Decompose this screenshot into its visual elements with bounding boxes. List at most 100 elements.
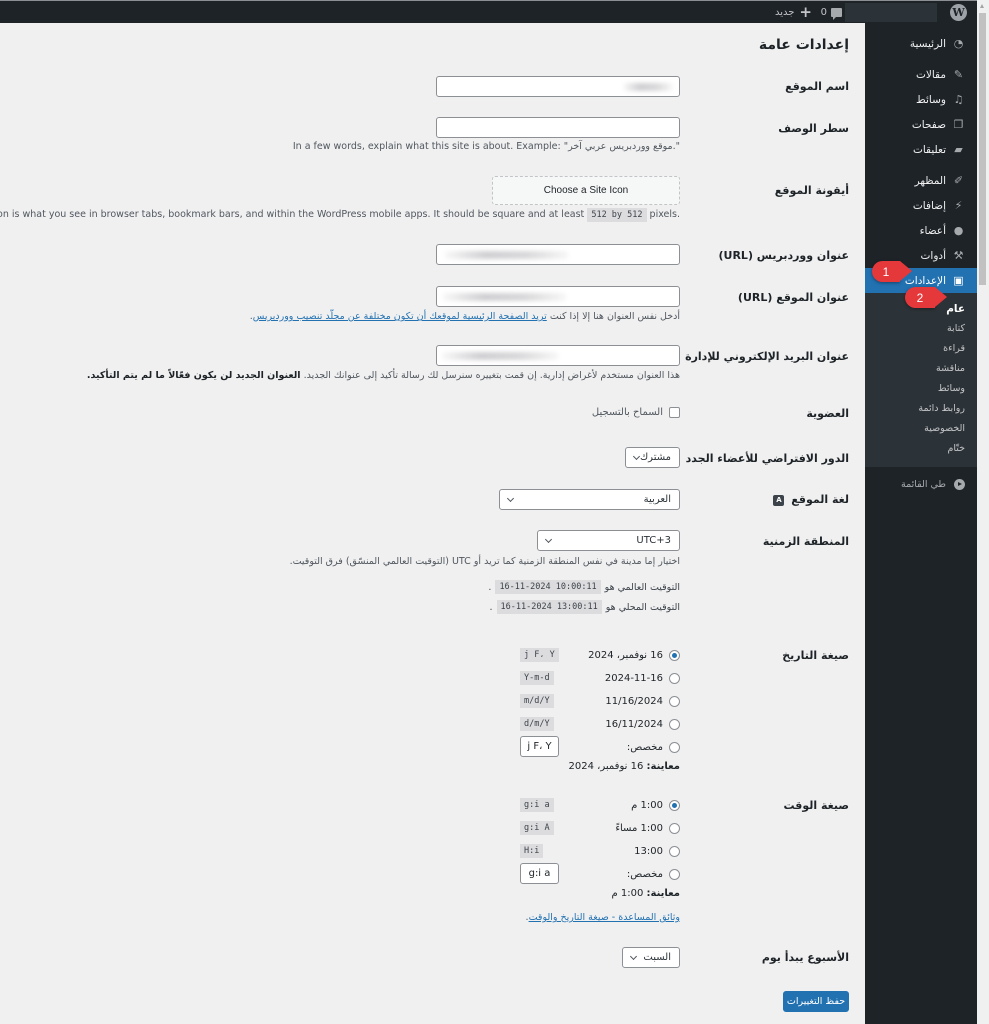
sidebar-item-label: تعليقات xyxy=(913,143,947,156)
wordpress-logo-icon[interactable]: W xyxy=(951,4,968,21)
sidebar-item-dashboard[interactable]: ◔ الرئيسية xyxy=(866,31,978,56)
time-format-radio[interactable] xyxy=(670,845,681,857)
submenu-item-writing[interactable]: كتابة xyxy=(866,319,978,339)
scrollbar-thumb[interactable] xyxy=(980,13,987,285)
local-time-line: التوقيت المحلي هو 16-11-2024 13:00:11 . xyxy=(491,600,681,614)
wp-url-input[interactable] xyxy=(437,244,681,265)
sidebar-item-comments[interactable]: ▰ تعليقات xyxy=(866,137,978,162)
admin-email-description: هذا العنوان مستخدم لأغراض إدارية. إن قمت… xyxy=(88,370,681,381)
submenu-item-media[interactable]: وسائط xyxy=(866,379,978,399)
date-preview-label: معاينة: xyxy=(647,761,682,772)
settings-icon: ▣ xyxy=(954,274,965,287)
settings-content: إعدادات عامة اسم الموقع سطر الوصف In a f… xyxy=(0,23,866,1024)
local-time-value: 16-11-2024 13:00:11 xyxy=(497,600,603,614)
timezone-select[interactable]: UTC+3 xyxy=(538,530,681,551)
new-content-link[interactable]: + جديد xyxy=(776,4,813,21)
site-icon-desc-suffix: pixels. xyxy=(650,209,681,220)
submenu-item-khattam[interactable]: ختّام xyxy=(866,439,978,459)
time-format-custom-label: مخصص: xyxy=(627,868,664,880)
site-title-input[interactable] xyxy=(437,76,681,97)
language-label-text: لغة الموقع xyxy=(792,493,850,506)
chevron-down-icon xyxy=(545,535,554,544)
submenu-item-privacy[interactable]: الخصوصية xyxy=(866,419,978,439)
date-format-radio[interactable] xyxy=(670,649,681,661)
save-changes-button[interactable]: حفظ التغييرات xyxy=(784,991,850,1012)
wp-url-label: عنوان ووردبريس (URL) xyxy=(719,249,850,262)
sidebar-item-posts[interactable]: ✎ مقالات xyxy=(866,62,978,87)
timezone-description: اختيار إما مدينة في نفس المنطقة الزمنية … xyxy=(290,556,681,567)
scroll-up-arrow-icon[interactable] xyxy=(981,4,985,8)
time-format-code: g:i a xyxy=(521,798,555,812)
date-format-radio[interactable] xyxy=(670,695,681,707)
dashboard-icon: ◔ xyxy=(954,37,965,50)
admin-sidebar: ◔ الرئيسية ✎ مقالات ♫ وسائط ❐ صفحات ▰ تع… xyxy=(866,23,978,1024)
sidebar-item-appearance[interactable]: ✐ المظهر xyxy=(866,168,978,193)
time-format-custom-option[interactable]: مخصص: g:i a xyxy=(521,863,681,884)
comment-icon xyxy=(832,8,843,20)
media-icon: ♫ xyxy=(954,93,965,106)
time-format-custom-input[interactable]: g:i a xyxy=(521,863,560,884)
choose-site-icon-button[interactable]: Choose a Site Icon xyxy=(493,176,681,205)
time-format-option[interactable]: 13:00 H:i xyxy=(521,843,681,859)
date-format-radio[interactable] xyxy=(670,672,681,684)
sidebar-item-users[interactable]: ● أعضاء xyxy=(866,218,978,243)
sidebar-item-media[interactable]: ♫ وسائط xyxy=(866,87,978,112)
date-format-code: m/d/Y xyxy=(521,694,555,708)
sidebar-item-label: الرئيسية xyxy=(910,37,947,50)
submenu-item-discussion[interactable]: مناقشة xyxy=(866,359,978,379)
collapse-menu-button[interactable]: طي القائمة xyxy=(866,471,978,497)
submenu-item-permalinks[interactable]: روابط دائمة xyxy=(866,399,978,419)
sidebar-item-label: مقالات xyxy=(916,68,947,81)
date-format-custom-input[interactable]: j F، Y xyxy=(521,736,560,757)
language-select[interactable]: العربية xyxy=(500,489,681,510)
plus-icon: + xyxy=(800,3,813,21)
site-icon-size-code: 512 by 512 xyxy=(588,208,648,222)
tagline-label: سطر الوصف xyxy=(779,122,850,135)
tagline-input[interactable] xyxy=(437,117,681,138)
admin-email-label: عنوان البريد الإلكتروني للإدارة xyxy=(686,350,850,363)
time-format-radio[interactable] xyxy=(670,799,681,811)
submenu-item-reading[interactable]: قراءة xyxy=(866,339,978,359)
site-name-link[interactable] xyxy=(846,3,938,22)
time-format-option[interactable]: 1:00 مساءً g:i A xyxy=(521,820,681,836)
date-format-option[interactable]: 11/16/2024 m/d/Y xyxy=(521,693,681,709)
site-title-label: اسم الموقع xyxy=(786,80,850,93)
admin-email-desc-bold: العنوان الجديد لن يكون فعّالاً ما لم يتم… xyxy=(87,370,302,381)
date-format-radio[interactable] xyxy=(670,718,681,730)
timezone-value: UTC+3 xyxy=(637,535,672,546)
week-start-value: السبت xyxy=(644,952,672,963)
time-format-custom-radio[interactable] xyxy=(670,868,681,880)
datetime-doc-link[interactable]: وثائق المساعدة - صيغة التاريخ والوقت xyxy=(530,912,681,923)
page-scrollbar[interactable] xyxy=(978,0,989,1024)
allow-registration-label[interactable]: السماح بالتسجيل xyxy=(593,407,664,418)
comments-link[interactable]: 0 xyxy=(822,4,843,21)
allow-registration-checkbox[interactable] xyxy=(670,407,681,418)
default-role-select[interactable]: مشترك xyxy=(626,447,681,468)
sidebar-item-label: المظهر xyxy=(915,174,947,187)
allow-registration[interactable]: السماح بالتسجيل xyxy=(593,407,681,418)
time-format-preview: معاينة: 1:00 م xyxy=(612,888,681,899)
time-format-radio[interactable] xyxy=(670,822,681,834)
admin-email-input[interactable] xyxy=(437,345,681,366)
sidebar-item-pages[interactable]: ❐ صفحات xyxy=(866,112,978,137)
time-preview-value: 1:00 م xyxy=(612,888,645,899)
site-url-input[interactable] xyxy=(437,286,681,307)
time-preview-label: معاينة: xyxy=(647,888,682,899)
tagline-description: In a few words, explain what this site i… xyxy=(293,141,681,152)
admin-bar: W 0 + جديد xyxy=(0,0,978,23)
date-format-custom-option[interactable]: مخصص: j F، Y xyxy=(521,736,681,757)
time-format-option[interactable]: 1:00 م g:i a xyxy=(521,797,681,813)
week-start-select[interactable]: السبت xyxy=(623,947,681,968)
time-format-code: H:i xyxy=(521,844,545,858)
default-role-value: مشترك xyxy=(640,452,672,463)
plugin-icon: ⚡ xyxy=(955,199,964,212)
date-format-custom-radio[interactable] xyxy=(670,741,681,753)
date-format-option[interactable]: 16 نوفمبر، 2024 j F، Y xyxy=(521,647,681,663)
date-format-option[interactable]: 16/11/2024 d/m/Y xyxy=(521,716,681,732)
site-url-help-link[interactable]: تريد الصفحة الرئيسية لموقعك أن تكون مختل… xyxy=(254,311,548,322)
callout-step-1: 1 xyxy=(873,261,913,282)
date-format-option[interactable]: 2024-11-16 Y-m-d xyxy=(521,670,681,686)
utc-period: . xyxy=(489,581,493,593)
sidebar-item-label: صفحات xyxy=(912,118,947,131)
sidebar-item-plugins[interactable]: ⚡ إضافات xyxy=(866,193,978,218)
